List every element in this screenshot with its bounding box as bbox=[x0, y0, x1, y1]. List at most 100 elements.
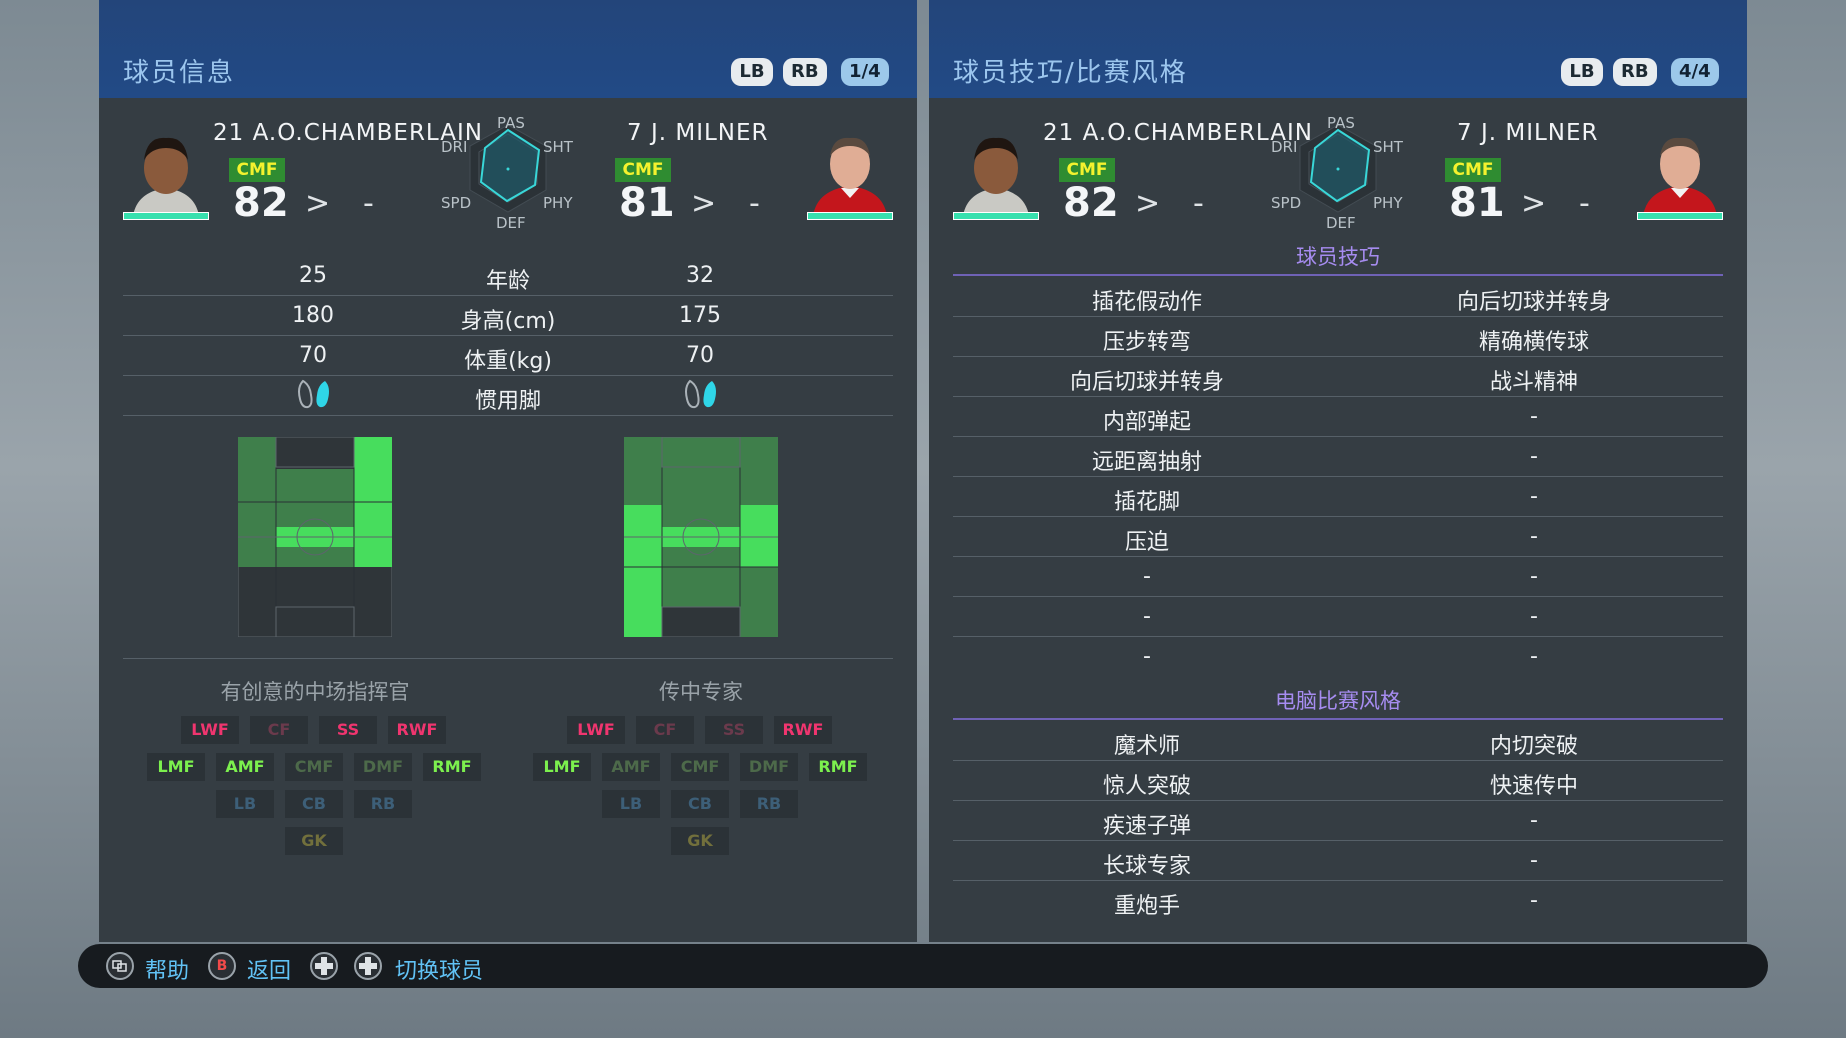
player2-com-style: - bbox=[1530, 808, 1538, 833]
player2-weight: 70 bbox=[686, 343, 714, 368]
radar-label-def: DEF bbox=[496, 214, 526, 232]
help-label[interactable]: 帮助 bbox=[145, 953, 189, 985]
page-indicator: 1/4 bbox=[841, 58, 889, 86]
stat-label-weight: 体重(kg) bbox=[464, 349, 552, 374]
back-label[interactable]: 返回 bbox=[247, 953, 291, 985]
player1-skill: 内部弹起 bbox=[1102, 410, 1191, 435]
player2-skill: - bbox=[1530, 444, 1538, 469]
p2-pos-cmf: CMF bbox=[671, 753, 729, 781]
radar-label-sht: SHT bbox=[1373, 138, 1403, 156]
dpad-icon-2[interactable] bbox=[354, 952, 382, 980]
player2-skill: 向后切球并转身 bbox=[1456, 290, 1611, 315]
p2-pos-cb: CB bbox=[671, 790, 729, 818]
player1-arrow: > bbox=[305, 186, 331, 221]
rb-button[interactable]: RB bbox=[783, 58, 827, 86]
skills-style-panel: 球员技巧/比赛风格 LB RB 4/4 21 A.O.CHAMBERLAIN C… bbox=[929, 0, 1747, 942]
player1-skill: 压迫 bbox=[1124, 530, 1169, 555]
p2-pos-gk: GK bbox=[671, 827, 729, 855]
player2-skill: - bbox=[1530, 644, 1538, 669]
p2-pos-ss: SS bbox=[705, 716, 763, 744]
player1-skill: 远距离抽射 bbox=[1091, 450, 1202, 475]
p2-pos-lwf: LWF bbox=[567, 716, 625, 744]
player1-skill: 插花假动作 bbox=[1091, 290, 1202, 315]
radar-label-pas: PAS bbox=[1327, 114, 1355, 132]
skill-row: 插花假动作 向后切球并转身 bbox=[953, 276, 1723, 317]
ability-radar: PAS SHT PHY DEF SPD DRI bbox=[441, 114, 573, 236]
skill-row: 内部弹起 - bbox=[953, 396, 1723, 437]
player2-skill: - bbox=[1530, 564, 1538, 589]
stat-label-foot: 惯用脚 bbox=[474, 389, 541, 414]
player2-age: 32 bbox=[686, 263, 714, 288]
player2-position-badge: CMF bbox=[1445, 158, 1501, 182]
player1-photo bbox=[133, 137, 199, 216]
p1-pos-amf: AMF bbox=[216, 753, 274, 781]
player1-height: 180 bbox=[292, 303, 334, 328]
p1-pos-cmf: CMF bbox=[285, 753, 343, 781]
player2-com-style: - bbox=[1530, 848, 1538, 873]
player1-position-badge: CMF bbox=[1059, 158, 1115, 182]
com-style-row: 重炮手 - bbox=[953, 880, 1723, 920]
radar-label-dri: DRI bbox=[1271, 138, 1298, 156]
p1-pos-rwf: RWF bbox=[388, 716, 446, 744]
b-button-icon[interactable]: B bbox=[208, 952, 236, 980]
lb-button[interactable]: LB bbox=[1561, 58, 1603, 86]
player2-skill: - bbox=[1530, 404, 1538, 429]
player1-new-rating: - bbox=[1193, 186, 1204, 221]
switch-player-label[interactable]: 切换球员 bbox=[395, 953, 483, 985]
player2-com-style: - bbox=[1530, 888, 1538, 913]
player1-foot-icon bbox=[298, 379, 329, 409]
player2-rating: 81 bbox=[619, 180, 675, 226]
skills-section-header: 球员技巧 bbox=[1296, 245, 1380, 269]
stat-row-height: 180 身高(cm) 175 bbox=[123, 295, 893, 336]
skill-row: 向后切球并转身 战斗精神 bbox=[953, 356, 1723, 397]
stat-label-age: 年龄 bbox=[485, 269, 530, 294]
lb-button[interactable]: LB bbox=[731, 58, 773, 86]
p2-pos-lmf: LMF bbox=[533, 753, 591, 781]
radar-label-phy: PHY bbox=[543, 194, 573, 212]
player1-com-style: 魔术师 bbox=[1113, 734, 1180, 759]
player1-com-style: 惊人突破 bbox=[1102, 774, 1191, 799]
com-style-row: 疾速子弹 - bbox=[953, 800, 1723, 841]
player2-skill: - bbox=[1530, 484, 1538, 509]
p1-pos-lb: LB bbox=[216, 790, 274, 818]
stat-row-age: 25 年龄 32 bbox=[123, 255, 893, 296]
panel-title: 球员信息 bbox=[123, 58, 236, 88]
panel-title: 球员技巧/比赛风格 bbox=[953, 58, 1188, 88]
player2-arrow: > bbox=[1521, 186, 1547, 221]
p1-pos-gk: GK bbox=[285, 827, 343, 855]
com-style-section-header: 电脑比赛风格 bbox=[1275, 689, 1401, 713]
dpad-icon[interactable] bbox=[310, 952, 338, 980]
com-style-row: 长球专家 - bbox=[953, 840, 1723, 881]
rb-button[interactable]: RB bbox=[1613, 58, 1657, 86]
player1-com-style: 重炮手 bbox=[1113, 894, 1180, 919]
p1-pos-lwf: LWF bbox=[181, 716, 239, 744]
player1-skill: 压步转弯 bbox=[1102, 330, 1191, 355]
player2-position-badge: CMF bbox=[615, 158, 671, 182]
skill-row: - - bbox=[953, 596, 1723, 637]
panel-header: 球员信息 LB RB 1/4 bbox=[99, 0, 917, 98]
player1-skill: - bbox=[1143, 564, 1151, 589]
player-info-panel: 球员信息 LB RB 1/4 21 A.O.CHAMBERLAIN CMF 82… bbox=[99, 0, 917, 942]
controls-footer: 帮助 B 返回 切换球员 bbox=[78, 944, 1768, 988]
player2-position-map bbox=[624, 437, 778, 637]
p2-pos-rmf: RMF bbox=[809, 753, 867, 781]
touchpad-icon[interactable] bbox=[106, 952, 134, 980]
player2-photo bbox=[813, 137, 887, 216]
player1-weight: 70 bbox=[299, 343, 327, 368]
p1-pos-cf: CF bbox=[250, 716, 308, 744]
player1-condition-bar bbox=[953, 212, 1039, 220]
player2-new-rating: - bbox=[1579, 186, 1590, 221]
skill-row: 插花脚 - bbox=[953, 476, 1723, 517]
radar-label-spd: SPD bbox=[441, 194, 472, 212]
player1-com-style: 疾速子弹 bbox=[1102, 814, 1191, 839]
skill-row: 压步转弯 精确横传球 bbox=[953, 316, 1723, 357]
p1-pos-lmf: LMF bbox=[147, 753, 205, 781]
player2-rating: 81 bbox=[1449, 180, 1505, 226]
player1-condition-bar bbox=[123, 212, 209, 220]
ability-radar: PAS SHT PHY DEF SPD DRI bbox=[1271, 114, 1403, 236]
player1-new-rating: - bbox=[363, 186, 374, 221]
player1-position-map bbox=[238, 437, 392, 637]
player1-skill: - bbox=[1143, 644, 1151, 669]
player1-position-badge: CMF bbox=[229, 158, 285, 182]
player2-name: 7 J. MILNER bbox=[1457, 120, 1599, 146]
